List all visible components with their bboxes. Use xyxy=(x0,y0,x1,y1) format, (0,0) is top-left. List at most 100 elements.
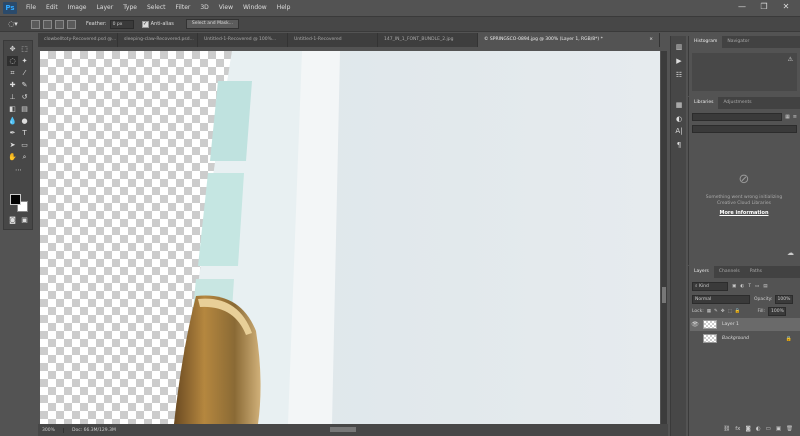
tab-libraries[interactable]: Libraries xyxy=(689,97,719,109)
crop-tool-icon[interactable]: ⌗ xyxy=(7,68,18,78)
path-selection-icon[interactable]: ➤ xyxy=(7,140,18,150)
add-selection-icon[interactable] xyxy=(43,19,52,29)
layer-row-layer-1[interactable]: 👁 Layer 1 xyxy=(690,318,800,331)
new-adjustment-icon[interactable]: ◐ xyxy=(756,426,761,432)
tab-channels[interactable]: Channels xyxy=(714,266,745,278)
menu-3d[interactable]: 3D xyxy=(195,0,213,16)
tab-document-4[interactable]: Untitled-1-Recovered xyxy=(288,33,378,47)
visibility-eye-icon[interactable]: 👁 xyxy=(690,321,700,328)
new-selection-icon[interactable] xyxy=(31,19,40,29)
menu-select[interactable]: Select xyxy=(142,0,171,16)
horizontal-scroll-thumb[interactable] xyxy=(330,427,356,432)
lasso-tool-preset-icon[interactable]: ◌▾ xyxy=(3,19,23,29)
intersect-selection-icon[interactable] xyxy=(67,19,76,29)
tab-document-active[interactable]: © SPRINGSCO-0894.jpg @ 300% (Layer 1, RG… xyxy=(478,33,660,47)
properties-panel-icon[interactable]: ☷ xyxy=(674,70,684,80)
grid-view-icon[interactable]: ▦ xyxy=(785,114,790,120)
layer-filter-kind[interactable]: ⌕ Kind xyxy=(692,282,728,291)
restore-button[interactable]: ❐ xyxy=(756,2,772,11)
filter-smart-icon[interactable]: ▤ xyxy=(763,284,767,289)
eraser-tool-icon[interactable]: ◧ xyxy=(7,104,18,114)
new-layer-icon[interactable]: ▣ xyxy=(776,426,781,432)
more-information-link[interactable]: More information xyxy=(689,210,799,216)
warning-icon[interactable]: ⚠ xyxy=(788,56,793,63)
feather-input[interactable]: 0 px xyxy=(109,19,134,29)
gradient-tool-icon[interactable]: ▤ xyxy=(19,104,30,114)
eyedropper-tool-icon[interactable]: ⁄ xyxy=(19,68,30,78)
menu-layer[interactable]: Layer xyxy=(91,0,118,16)
list-view-icon[interactable]: ≡ xyxy=(793,114,797,120)
link-layers-icon[interactable]: ⛓ xyxy=(723,426,730,432)
layer-name[interactable]: Background xyxy=(722,336,749,341)
adjust-panel-icon[interactable]: ◐ xyxy=(674,114,684,124)
new-group-icon[interactable]: ▭ xyxy=(766,426,771,432)
lock-paint-icon[interactable]: ✎ xyxy=(714,309,718,314)
menu-filter[interactable]: Filter xyxy=(171,0,196,16)
tab-document-5[interactable]: 147_IN_1_FONT_BUNDLE_2.jpg xyxy=(378,33,478,47)
tab-document-1[interactable]: clowbelltoty-Recovered.psd @... xyxy=(38,33,118,47)
close-window-button[interactable]: ✕ xyxy=(778,2,794,11)
move-tool-icon[interactable]: ✥ xyxy=(7,44,18,54)
quick-mask-icon[interactable]: ◙ xyxy=(7,215,18,225)
blur-tool-icon[interactable]: 💧 xyxy=(7,116,18,126)
tab-document-3[interactable]: Untitled-1-Recovered @ 100%... xyxy=(198,33,288,47)
opacity-input[interactable]: 100% xyxy=(774,295,793,304)
menu-help[interactable]: Help xyxy=(272,0,296,16)
zoom-level[interactable]: 300% xyxy=(42,427,64,433)
menu-image[interactable]: Image xyxy=(63,0,92,16)
lock-position-icon[interactable]: ✥ xyxy=(721,309,725,314)
dodge-tool-icon[interactable]: ● xyxy=(19,116,30,126)
tab-histogram[interactable]: Histogram xyxy=(689,36,723,48)
pen-tool-icon[interactable]: ✒ xyxy=(7,128,18,138)
character-panel-icon[interactable]: A| xyxy=(674,126,684,136)
lock-artboard-icon[interactable]: ⬚ xyxy=(728,309,732,314)
lasso-tool-icon[interactable]: ◌ xyxy=(7,56,18,66)
filter-adjust-icon[interactable]: ◐ xyxy=(740,284,744,289)
tab-document-2[interactable]: sleeping-claw-Recovered.psd... xyxy=(118,33,198,47)
swatches-panel-icon[interactable]: ▦ xyxy=(674,100,684,110)
tab-adjustments[interactable]: Adjustments xyxy=(718,97,756,109)
minimize-button[interactable]: — xyxy=(734,2,750,11)
library-search-input[interactable] xyxy=(692,125,797,133)
add-style-icon[interactable]: fx xyxy=(735,426,740,432)
lock-pixels-icon[interactable]: ▦ xyxy=(707,309,711,314)
paragraph-panel-icon[interactable]: ¶ xyxy=(674,140,684,150)
vertical-scrollbar[interactable] xyxy=(661,51,667,424)
document-canvas[interactable] xyxy=(40,51,660,424)
filter-type-icon[interactable]: T xyxy=(748,284,751,289)
menu-file[interactable]: File xyxy=(21,0,41,16)
menu-type[interactable]: Type xyxy=(118,0,142,16)
subtract-selection-icon[interactable] xyxy=(55,19,64,29)
healing-brush-icon[interactable]: ✚ xyxy=(7,80,18,90)
fill-input[interactable]: 100% xyxy=(768,307,787,316)
actions-panel-icon[interactable]: ▶ xyxy=(674,56,684,66)
menu-window[interactable]: Window xyxy=(238,0,272,16)
layer-name[interactable]: Layer 1 xyxy=(722,322,739,327)
brush-tool-icon[interactable]: ✎ xyxy=(19,80,30,90)
library-select[interactable] xyxy=(692,113,783,121)
delete-layer-icon[interactable]: 🗑 xyxy=(786,426,793,432)
hand-tool-icon[interactable]: ✋ xyxy=(7,152,18,162)
marquee-tool-icon[interactable]: ⬚ xyxy=(19,44,30,54)
more-tools-icon[interactable]: ⋯ xyxy=(13,165,24,175)
history-brush-icon[interactable]: ↺ xyxy=(19,92,30,102)
tab-paths[interactable]: Paths xyxy=(745,266,767,278)
select-and-mask-button[interactable]: Select and Mask... xyxy=(185,19,239,29)
blend-mode-select[interactable]: Normal xyxy=(692,295,750,304)
type-tool-icon[interactable]: T xyxy=(19,128,30,138)
tab-layers[interactable]: Layers xyxy=(689,266,714,278)
zoom-tool-icon[interactable]: ⌕ xyxy=(19,152,30,162)
filter-pixel-icon[interactable]: ▣ xyxy=(732,284,736,289)
tab-navigator[interactable]: Navigator xyxy=(722,36,754,48)
menu-view[interactable]: View xyxy=(214,0,238,16)
filter-shape-icon[interactable]: ▭ xyxy=(755,284,759,289)
screen-mode-icon[interactable]: ▣ xyxy=(19,215,30,225)
menu-edit[interactable]: Edit xyxy=(41,0,63,16)
stamp-tool-icon[interactable]: ⊥ xyxy=(7,92,18,102)
cloud-sync-icon[interactable]: ☁ xyxy=(787,249,794,257)
close-tab-icon[interactable]: × xyxy=(649,33,653,47)
antialias-checkbox[interactable]: ✓ xyxy=(141,20,149,28)
lock-all-icon[interactable]: 🔒 xyxy=(735,309,741,314)
foreground-color-swatch[interactable] xyxy=(10,194,21,205)
layer-row-background[interactable]: Background 🔒 xyxy=(690,332,800,345)
